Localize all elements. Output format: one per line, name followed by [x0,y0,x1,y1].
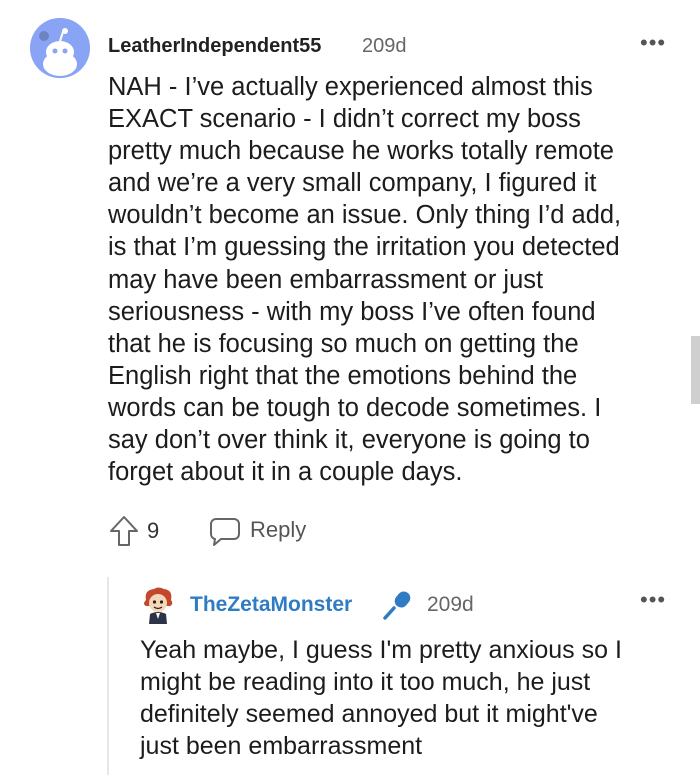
comment-line: may have been embarrassment or just [108,265,544,294]
comment-line: English right that the emotions behind t… [108,361,578,390]
upvote-icon[interactable] [108,514,140,548]
comment-body: NAH - I’ve actually experienced almost t… [108,71,678,488]
reply-button[interactable]: Reply [250,517,306,543]
reply-username[interactable]: TheZetaMonster [190,593,352,617]
comment-line: and we’re a very small company, I figure… [108,169,597,198]
comment-line: forget about it in a couple days. [108,458,463,487]
more-options-icon[interactable]: ••• [640,32,666,54]
reddit-snoo-avatar-icon [30,18,90,78]
microphone-icon [380,588,414,622]
reply-more-options-icon[interactable]: ••• [640,589,666,611]
comment-line: EXACT scenario - I didn’t correct my bos… [108,105,581,134]
reply-line: just been embarrassment [140,732,423,761]
comment-line: that he is focusing so much on getting t… [108,329,579,358]
reply-body: Yeah maybe, I guess I'm pretty anxious s… [140,634,680,762]
comment-line: is that I’m guessing the irritation you … [108,233,620,262]
reply-line: Yeah maybe, I guess I'm pretty anxious s… [140,636,622,664]
reply-age: 209d [427,593,474,616]
vote-count: 9 [147,518,160,543]
comment-line: words can be tough to decode sometimes. … [108,393,602,422]
comment-age: 209d [362,35,407,57]
reply-bubble-icon[interactable] [208,514,242,548]
comment-username[interactable]: LeatherIndependent55 [108,35,321,58]
cartoon-character-avatar-icon [144,587,173,624]
reply-line: might be reading into it too much, he ju… [140,668,591,697]
comment-line: pretty much because he works totally rem… [108,137,614,166]
thread-line[interactable] [107,577,109,775]
comment-line: say don’t over think it, everyone is goi… [108,426,590,455]
reply-line: definitely seemed annoyed but it might'v… [140,700,598,729]
comment-line: NAH - I’ve actually experienced almost t… [108,73,593,101]
scrollbar-thumb[interactable] [691,336,700,404]
user-avatar[interactable] [30,18,90,78]
comment-line: seriousness - with my boss I’ve often fo… [108,297,596,326]
comment-line: wouldn’t become an issue. Only thing I’d… [108,201,622,230]
reply-avatar[interactable] [140,586,176,624]
